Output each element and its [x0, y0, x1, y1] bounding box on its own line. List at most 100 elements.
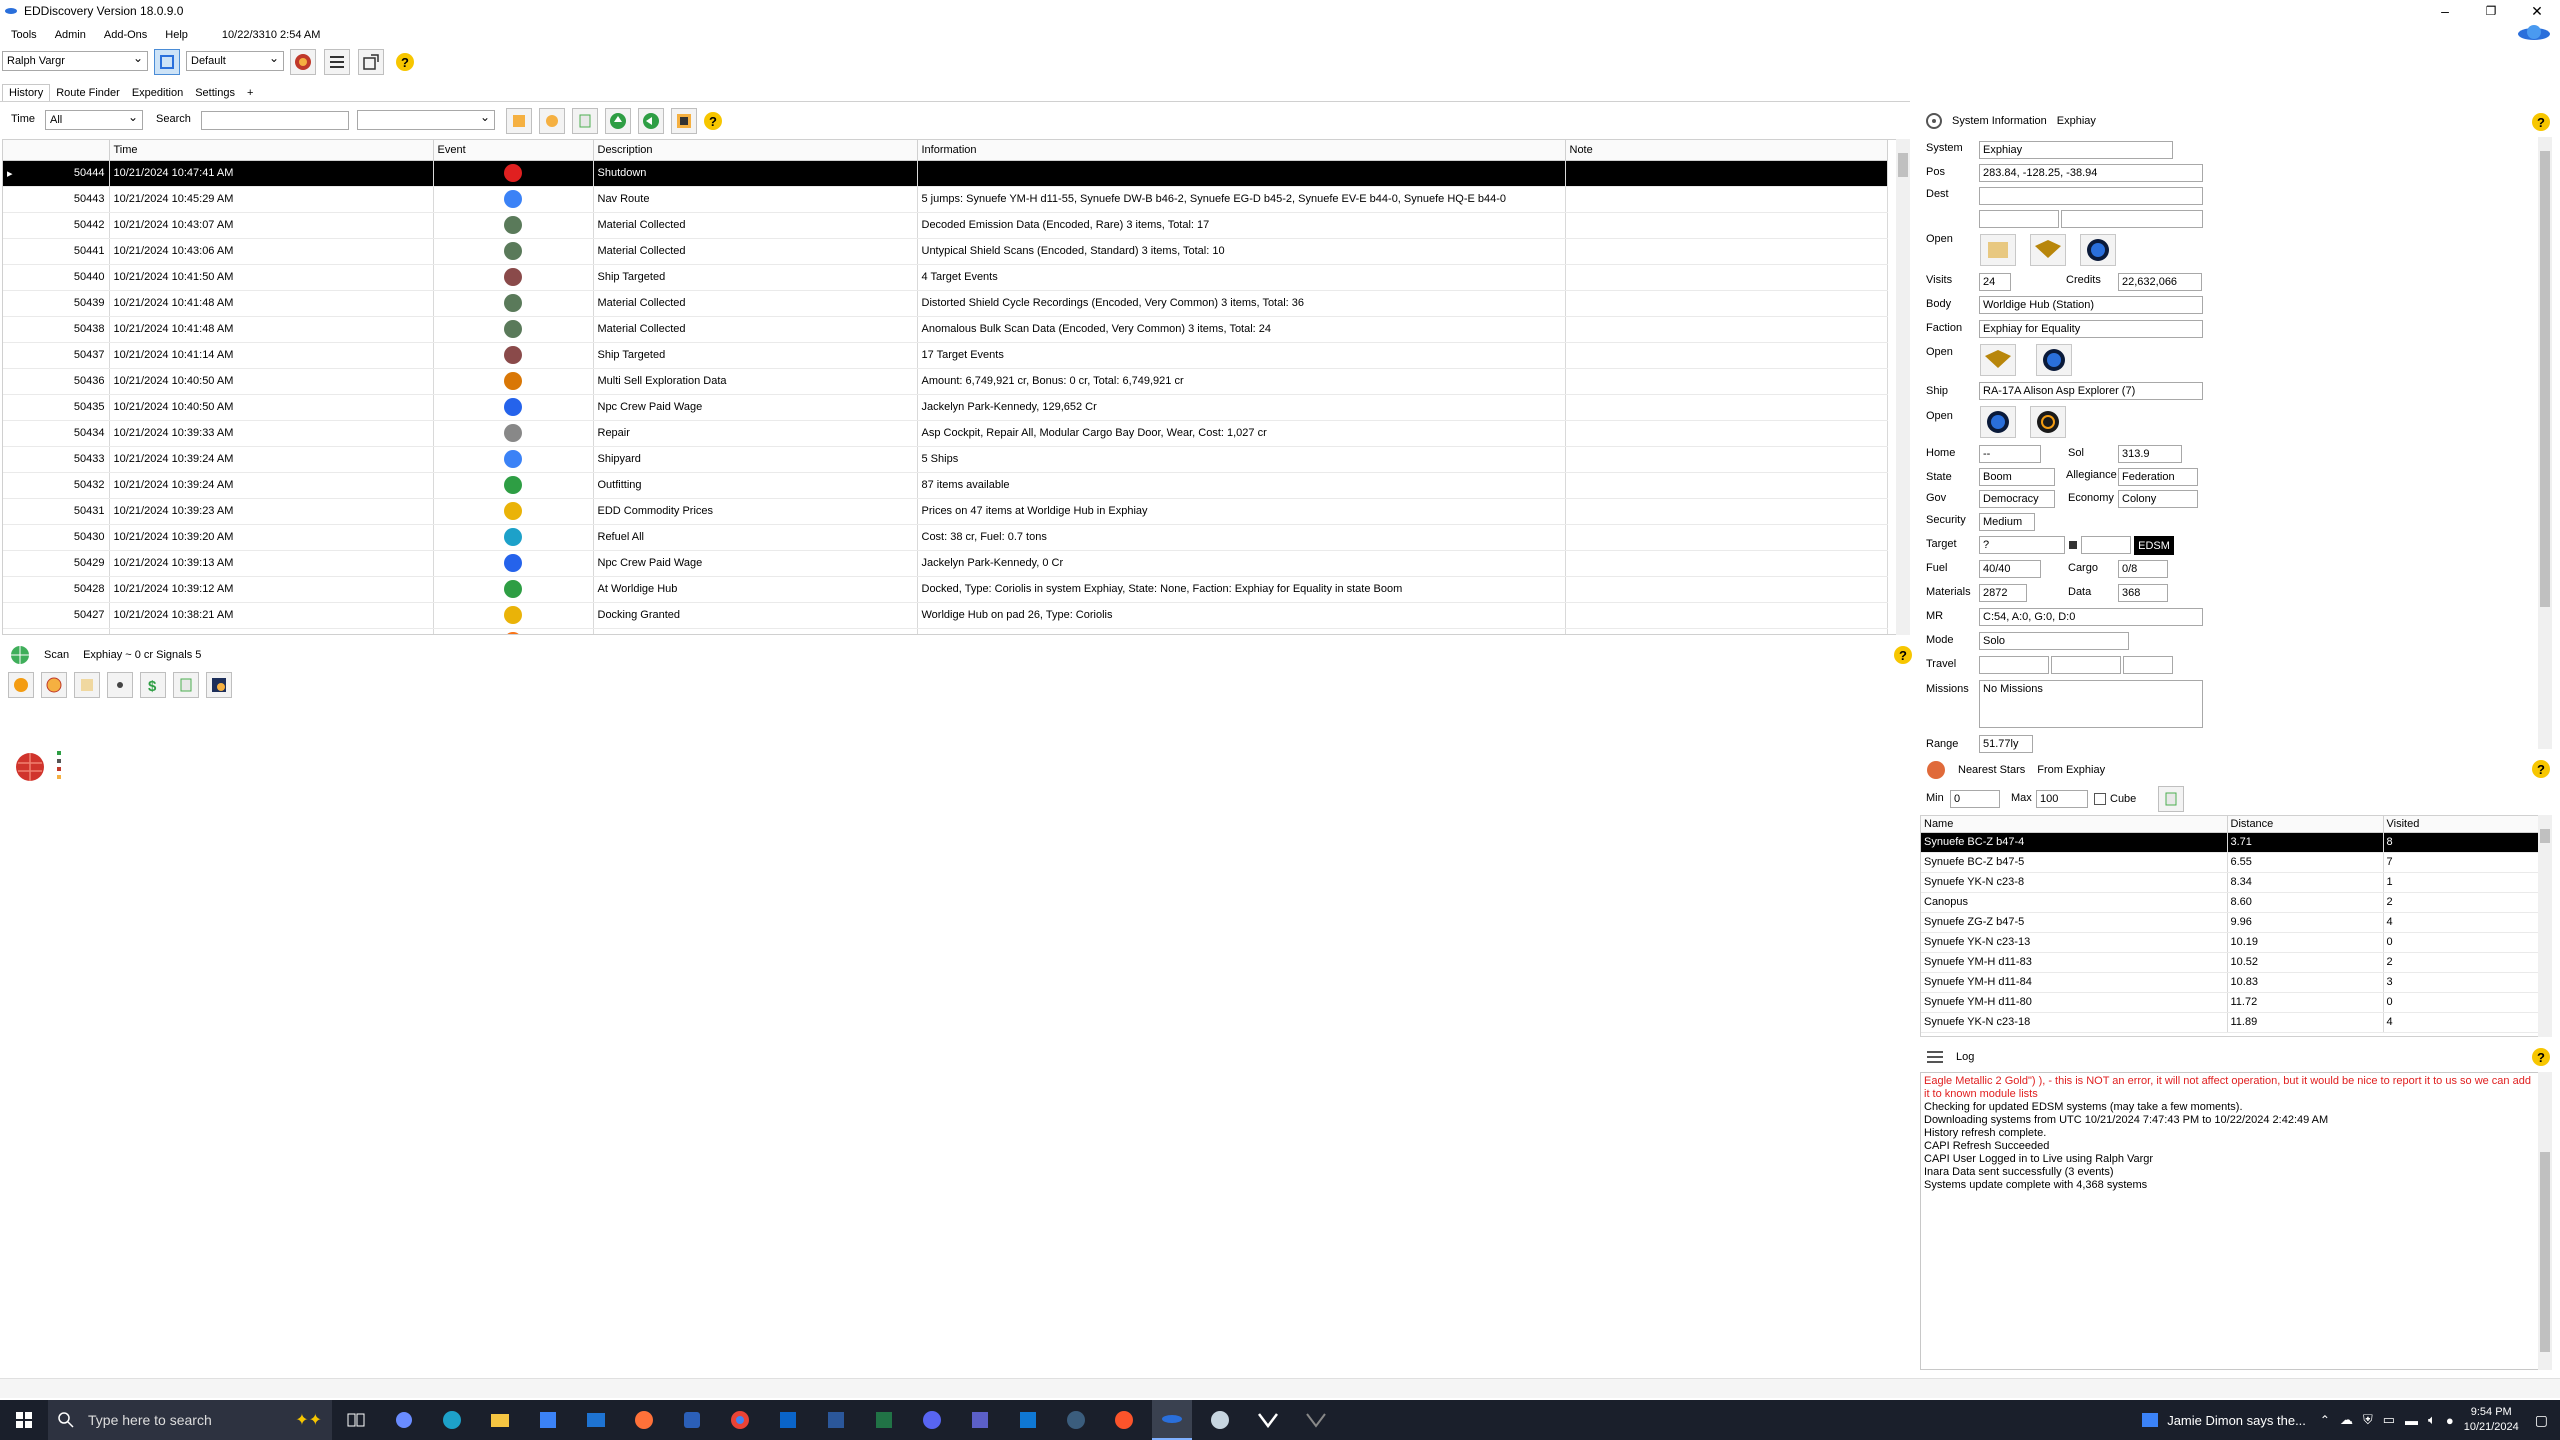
log-text[interactable]: Eagle Metallic 2 Gold") ), - this is NOT…: [1920, 1072, 2540, 1370]
history-row[interactable]: 50439 10/21/2024 10:41:48 AM Material Coll…: [3, 290, 1888, 317]
max-input[interactable]: 100: [2036, 790, 2088, 808]
galaxy-map-button[interactable]: [290, 49, 316, 75]
minimize-button[interactable]: –: [2422, 0, 2468, 22]
panels-button[interactable]: [324, 49, 350, 75]
menu-help[interactable]: Help: [165, 29, 188, 41]
column-name[interactable]: Name: [1921, 816, 2228, 833]
nearest-star-row[interactable]: Synuefe YK-N c23-18 11.89 4: [1921, 1012, 2539, 1033]
go-back-button[interactable]: [638, 108, 664, 134]
history-row[interactable]: 50434 10/21/2024 10:39:33 AM Repair Asp Coc…: [3, 420, 1888, 447]
chrome-icon[interactable]: [720, 1400, 760, 1440]
scan-materials-button[interactable]: [41, 672, 67, 698]
go-forward-button[interactable]: [605, 108, 631, 134]
export-button[interactable]: [572, 108, 598, 134]
filter-events-button[interactable]: [506, 108, 532, 134]
scan-help-icon[interactable]: ?: [1894, 646, 1912, 664]
task-view-icon[interactable]: [336, 1400, 376, 1440]
cube-checkbox[interactable]: [2094, 793, 2106, 805]
nearest-star-row[interactable]: Synuefe YK-N c23-13 10.19 0: [1921, 932, 2539, 953]
nearest-star-row[interactable]: Synuefe ZG-Z b47-5 9.96 4: [1921, 912, 2539, 933]
tray-volume-icon[interactable]: 🔈︎: [2428, 1412, 2436, 1428]
scan-planets-button[interactable]: [8, 672, 34, 698]
refresh-button[interactable]: [154, 49, 180, 75]
firefox-icon[interactable]: [624, 1400, 664, 1440]
teams-icon[interactable]: [960, 1400, 1000, 1440]
tray-cloud-icon[interactable]: ☁: [2340, 1412, 2353, 1428]
column-information[interactable]: Information: [917, 140, 1566, 161]
eddiscovery-taskbar-icon[interactable]: [1152, 1400, 1192, 1440]
open-station-spansh-button[interactable]: [2036, 344, 2072, 376]
outlook-new-icon[interactable]: [1008, 1400, 1048, 1440]
word-icon[interactable]: [816, 1400, 856, 1440]
mail-icon[interactable]: [576, 1400, 616, 1440]
news-widget[interactable]: Jamie Dimon says the...: [2141, 1411, 2306, 1429]
open-ship-spansh-button[interactable]: [1980, 406, 2016, 438]
nearest-star-row[interactable]: Synuefe BC-Z b47-4 3.71 8: [1921, 832, 2539, 853]
column-event[interactable]: Event: [433, 140, 594, 161]
nearest-star-row[interactable]: Synuefe YK-N c23-8 8.34 1: [1921, 872, 2539, 893]
file-explorer-icon[interactable]: [480, 1400, 520, 1440]
menu-admin[interactable]: Admin: [55, 29, 86, 41]
min-input[interactable]: 0: [1950, 790, 2000, 808]
nearest-star-row[interactable]: Synuefe YM-H d11-83 10.52 2: [1921, 952, 2539, 973]
sysinfo-scrollbar[interactable]: [2538, 137, 2552, 749]
help-icon[interactable]: ?: [396, 53, 414, 71]
history-row[interactable]: 50435 10/21/2024 10:40:50 AM Npc Crew Paid…: [3, 394, 1888, 421]
edsm-button[interactable]: EDSM: [2134, 536, 2174, 555]
brave-icon[interactable]: [1104, 1400, 1144, 1440]
discord-icon[interactable]: [912, 1400, 952, 1440]
history-row[interactable]: 50440 10/21/2024 10:41:50 AM Ship Targeted…: [3, 264, 1888, 291]
nearest-star-row[interactable]: Synuefe BC-Z b47-5 6.55 7: [1921, 852, 2539, 873]
tab-route-finder[interactable]: Route Finder: [50, 85, 126, 101]
history-row[interactable]: 50432 10/21/2024 10:39:24 AM Outfitting 87 …: [3, 472, 1888, 499]
open-station-inara-button[interactable]: [1980, 344, 2016, 376]
tray-display-icon[interactable]: ▭: [2383, 1412, 2395, 1428]
column-distance[interactable]: Distance: [2227, 816, 2384, 833]
history-row[interactable]: 50442 10/21/2024 10:43:07 AM Material Coll…: [3, 212, 1888, 239]
history-row[interactable]: 50441 10/21/2024 10:43:06 AM Material Coll…: [3, 238, 1888, 265]
nearest-star-row[interactable]: Canopus 8.60 2: [1921, 892, 2539, 913]
tab-add[interactable]: +: [241, 85, 259, 101]
history-row[interactable]: 50433 10/21/2024 10:39:24 AM Shipyard 5 Shi…: [3, 446, 1888, 473]
tab-expedition[interactable]: Expedition: [126, 85, 189, 101]
tray-app-icon[interactable]: ⛨: [2363, 1412, 2373, 1428]
store-icon[interactable]: [528, 1400, 568, 1440]
history-row[interactable]: 50443 10/21/2024 10:45:29 AM Nav Route 5 ju…: [3, 186, 1888, 213]
nearest-export-button[interactable]: [2158, 786, 2184, 812]
profile-select[interactable]: Default: [186, 51, 284, 71]
tab-settings[interactable]: Settings: [189, 85, 241, 101]
clock[interactable]: 9:54 PM 10/21/2024: [2464, 1405, 2519, 1435]
tray-network-icon[interactable]: ▬: [2405, 1413, 2418, 1428]
history-row[interactable]: 50429 10/21/2024 10:39:13 AM Npc Crew Paid…: [3, 550, 1888, 577]
event-filter-select[interactable]: [357, 110, 495, 130]
time-filter-select[interactable]: All: [45, 110, 143, 130]
open-spansh-button[interactable]: [2080, 234, 2116, 266]
column-visited[interactable]: Visited: [2383, 816, 2539, 833]
tab-history[interactable]: History: [2, 84, 51, 101]
log-help-icon[interactable]: ?: [2532, 1048, 2550, 1066]
history-help-icon[interactable]: ?: [704, 112, 722, 130]
app-blue-icon[interactable]: [672, 1400, 712, 1440]
history-row[interactable]: 50430 10/21/2024 10:39:20 AM Refuel All Cos…: [3, 524, 1888, 551]
history-row[interactable]: 50437 10/21/2024 10:41:14 AM Ship Targeted…: [3, 342, 1888, 369]
edge-icon[interactable]: [432, 1400, 472, 1440]
outlook-icon[interactable]: [768, 1400, 808, 1440]
steam-client-icon[interactable]: [1200, 1400, 1240, 1440]
scan-belts-button[interactable]: [107, 672, 133, 698]
tray-chevron-icon[interactable]: ⌃: [2320, 1413, 2330, 1427]
filter-field-button[interactable]: [539, 108, 565, 134]
column-time[interactable]: Time: [109, 140, 434, 161]
nearest-scrollbar[interactable]: [2538, 815, 2552, 1037]
history-row[interactable]: 50436 10/21/2024 10:40:50 AM Multi Sell Ex…: [3, 368, 1888, 395]
history-row[interactable]: 50438 10/21/2024 10:41:48 AM Material Coll…: [3, 316, 1888, 343]
history-scrollbar[interactable]: [1896, 139, 1910, 635]
nearest-star-row[interactable]: Synuefe YM-H d11-80 11.72 0: [1921, 992, 2539, 1013]
maximize-button[interactable]: ❐: [2468, 0, 2514, 22]
close-button[interactable]: ✕: [2514, 0, 2560, 22]
scan-display-button[interactable]: [206, 672, 232, 698]
history-row[interactable]: ▸ 50444 10/21/2024 10:47:41 AM Shutdown: [3, 160, 1888, 187]
excel-icon[interactable]: [864, 1400, 904, 1440]
open-edsm-button[interactable]: [1980, 234, 2016, 266]
open-inara-button[interactable]: [2030, 234, 2066, 266]
copilot-icon[interactable]: [384, 1400, 424, 1440]
